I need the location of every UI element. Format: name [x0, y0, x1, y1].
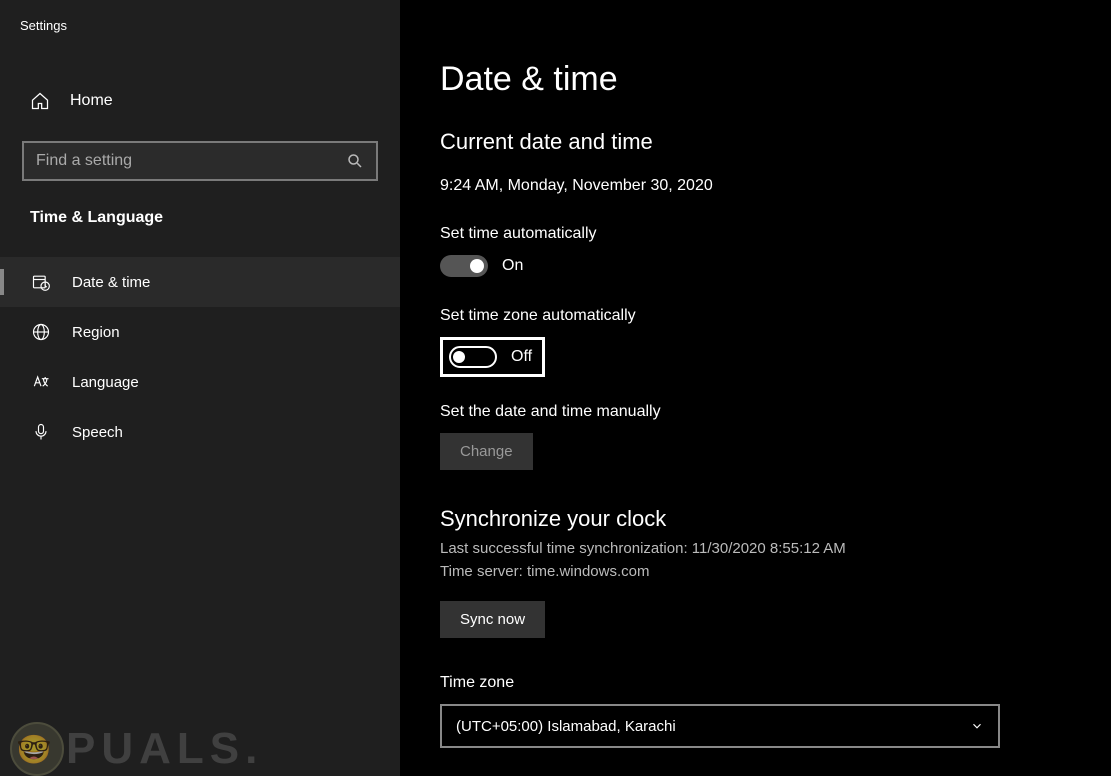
- timezone-value: (UTC+05:00) Islamabad, Karachi: [456, 718, 676, 735]
- search-box[interactable]: [22, 141, 378, 181]
- current-datetime-value: 9:24 AM, Monday, November 30, 2020: [440, 177, 1071, 195]
- home-nav[interactable]: Home: [0, 83, 400, 119]
- timezone-label: Time zone: [440, 674, 1071, 692]
- sync-info: Last successful time synchronization: 11…: [440, 538, 1071, 583]
- set-tz-auto-highlight: Off: [440, 337, 545, 377]
- microphone-icon: [30, 421, 52, 443]
- sync-server-line: Time server: time.windows.com: [440, 561, 1071, 584]
- calendar-clock-icon: [30, 271, 52, 293]
- set-time-auto-toggle[interactable]: [440, 255, 488, 277]
- search-icon: [346, 152, 364, 170]
- sync-now-button[interactable]: Sync now: [440, 601, 545, 638]
- sync-clock-heading: Synchronize your clock: [440, 506, 1071, 532]
- change-button[interactable]: Change: [440, 433, 533, 470]
- chevron-down-icon: [970, 719, 984, 733]
- sidebar-item-speech[interactable]: Speech: [0, 407, 400, 457]
- current-datetime-heading: Current date and time: [440, 129, 1071, 155]
- category-header: Time & Language: [0, 209, 400, 227]
- globe-icon: [30, 321, 52, 343]
- settings-sidebar: Settings Home Time & Language: [0, 0, 400, 776]
- page-title: Date & time: [440, 60, 1071, 99]
- language-icon: [30, 371, 52, 393]
- sidebar-item-date-time[interactable]: Date & time: [0, 257, 400, 307]
- home-icon: [30, 91, 50, 111]
- sidebar-item-label: Language: [72, 374, 139, 391]
- set-tz-auto-toggle[interactable]: [449, 346, 497, 368]
- set-tz-auto-state: Off: [511, 348, 532, 366]
- app-title: Settings: [0, 18, 400, 33]
- sidebar-item-label: Speech: [72, 424, 123, 441]
- timezone-dropdown[interactable]: (UTC+05:00) Islamabad, Karachi: [440, 704, 1000, 748]
- sidebar-item-label: Region: [72, 324, 120, 341]
- manual-datetime-label: Set the date and time manually: [440, 403, 1071, 421]
- main-content: Date & time Current date and time 9:24 A…: [400, 0, 1111, 776]
- sidebar-item-language[interactable]: Language: [0, 357, 400, 407]
- set-time-auto-label: Set time automatically: [440, 225, 1071, 243]
- sync-last-line: Last successful time synchronization: 11…: [440, 538, 1071, 561]
- sidebar-item-label: Date & time: [72, 274, 150, 291]
- set-time-auto-state: On: [502, 257, 523, 275]
- sidebar-item-region[interactable]: Region: [0, 307, 400, 357]
- set-tz-auto-label: Set time zone automatically: [440, 307, 1071, 325]
- search-input[interactable]: [36, 152, 346, 170]
- home-label: Home: [70, 92, 113, 110]
